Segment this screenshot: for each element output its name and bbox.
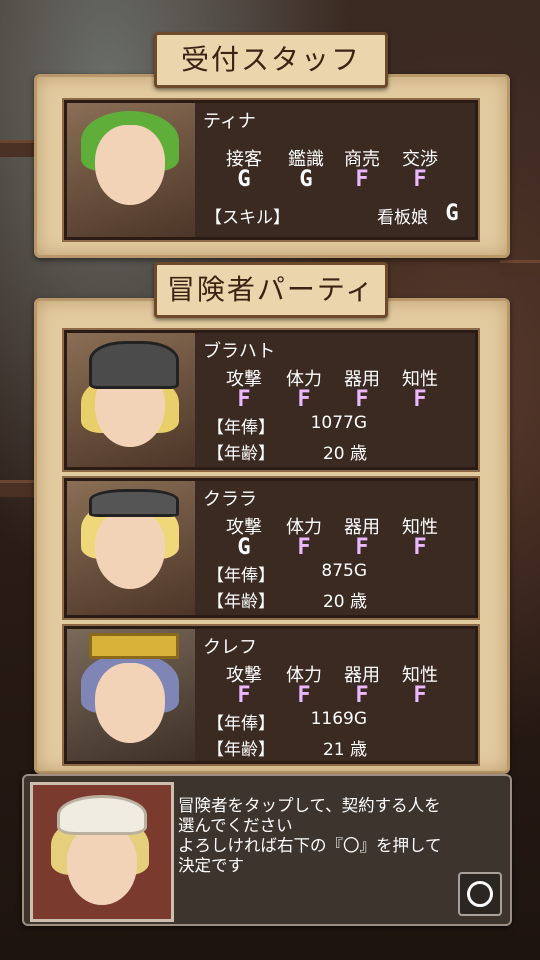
message-line: 冒険者をタップして、契約する人を [178,796,441,815]
salary-value: 1169G [310,709,367,729]
salary-value: 1077G [310,413,367,433]
stat-grade: G [237,535,251,560]
skill-grade: G [445,201,459,226]
staff-name: ティナ [203,111,256,132]
skill-value: 看板娘 [377,208,428,228]
party-member-card[interactable]: ブラハト 攻撃 体力 器用 知性 F F F F 【年俸】 1077G 【年齢】… [62,328,480,472]
member-name: ブラハト [203,341,276,362]
message-line: 選んでください [178,816,293,835]
age-label: 【年齢】 [207,740,275,760]
staff-grade: F [413,167,427,192]
face [95,125,165,205]
staff-portrait [67,103,195,237]
salary-label: 【年俸】 [207,566,275,586]
age-label: 【年齢】 [207,444,275,464]
member-portrait [67,629,195,761]
member-portrait [67,481,195,615]
skill-label: 【スキル】 [205,208,290,228]
member-portrait [67,333,195,467]
salary-label: 【年俸】 [207,714,275,734]
stat-grade: F [297,387,311,412]
staff-card[interactable]: ティナ 接客 鑑識 商売 交渉 G G F F 【スキル】 看板娘 G [62,98,480,242]
stat-grade: F [297,535,311,560]
face [67,825,137,905]
age-value: 21 歳 [322,740,367,760]
helmet [89,489,179,517]
staff-grade: F [355,167,369,192]
helmet [89,341,179,389]
age-value: 20 歳 [322,444,367,464]
circle-icon [467,881,493,907]
face [95,509,165,589]
face [95,663,165,743]
party-title: 冒険者パーティ [154,262,388,318]
stat-grade: F [237,387,251,412]
stat-grade: F [297,683,311,708]
party-member-card[interactable]: クレフ 攻撃 体力 器用 知性 F F F F 【年俸】 1169G 【年齢】 … [62,624,480,766]
cap [57,795,147,835]
message-line: 決定です [178,856,244,875]
party-member-card[interactable]: クララ 攻撃 体力 器用 知性 G F F F 【年俸】 875G 【年齢】 2… [62,476,480,620]
member-name: クレフ [203,637,257,658]
salary-value: 875G [321,561,367,581]
salary-label: 【年俸】 [207,418,275,438]
reception-title: 受付スタッフ [154,32,388,88]
staff-grade: G [237,167,251,192]
message-line: よろしければ右下の『〇』を押して [178,836,442,855]
message-text: 冒険者をタップして、契約する人を 選んでください よろしければ右下の『〇』を押し… [178,796,498,876]
confirm-button[interactable] [458,872,502,916]
stat-grade: F [355,535,369,560]
mitre [89,633,179,659]
message-box: 冒険者をタップして、契約する人を 選んでください よろしければ右下の『〇』を押し… [22,774,512,926]
member-name: クララ [203,489,257,510]
age-value: 20 歳 [322,592,367,612]
stat-grade: F [413,683,427,708]
age-label: 【年齢】 [207,592,275,612]
stat-grade: F [355,683,369,708]
stat-grade: F [355,387,369,412]
stat-grade: F [413,535,427,560]
background-shelf [500,260,540,277]
stat-grade: F [237,683,251,708]
staff-grade: G [299,167,313,192]
guide-portrait [30,782,174,922]
stat-grade: F [413,387,427,412]
